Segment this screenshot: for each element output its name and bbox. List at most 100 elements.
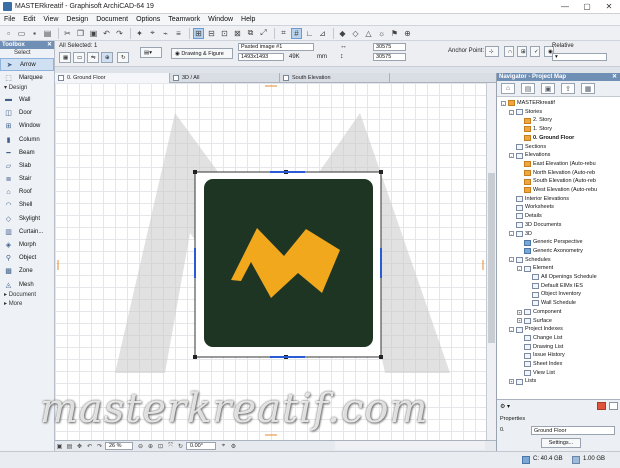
navigator-tools-icon[interactable]: ⚙ ▾ <box>500 403 510 410</box>
picture-tool-icon[interactable]: ▦ <box>59 52 71 63</box>
zoom-out-icon[interactable]: ⊖ <box>136 442 145 450</box>
tree-item[interactable]: Details <box>509 212 542 221</box>
redo-icon[interactable]: ↷ <box>114 28 125 39</box>
copy-icon[interactable]: ❐ <box>75 28 86 39</box>
mirror-option-icon[interactable]: ⇋ <box>87 52 99 63</box>
picture-size-field[interactable]: 1493x1493 <box>238 53 284 61</box>
lock-icon[interactable]: ⊠ <box>232 28 243 39</box>
tool-stair[interactable]: ≣ Stair <box>0 173 54 186</box>
render-icon[interactable]: ☼ <box>376 28 387 39</box>
tree-toggle-icon[interactable]: - <box>501 100 506 106</box>
tool-morph[interactable]: ◈ Morph <box>0 238 54 251</box>
tree-item[interactable]: North Elevation (Auto-reb <box>517 169 595 178</box>
tool-roof[interactable]: ⌂ Roof <box>0 186 54 199</box>
grid-icon[interactable]: # <box>291 27 302 39</box>
horizontal-scrollbar[interactable] <box>335 441 485 450</box>
height-field[interactable]: 30575 <box>373 53 406 61</box>
display-order-icon[interactable]: ⧉ <box>245 28 256 39</box>
tree-item[interactable]: Sections <box>509 143 546 152</box>
tree-item[interactable]: - Elevations <box>509 151 550 160</box>
undo-zoom-icon[interactable]: ↶ <box>85 442 94 450</box>
tool-window[interactable]: ⊞ Window <box>0 120 54 133</box>
project-map-icon[interactable]: ⌂ <box>501 83 515 94</box>
snap-icon[interactable]: ⌗ <box>278 28 289 39</box>
tool-column[interactable]: ▮ Column <box>0 133 54 146</box>
menu-teamwork[interactable]: Teamwork <box>164 16 204 23</box>
tree-item[interactable]: Wall Schedule <box>525 299 576 308</box>
tool-shell[interactable]: ◠ Shell <box>0 199 54 212</box>
menu-document[interactable]: Document <box>92 16 132 23</box>
drawing-canvas[interactable] <box>55 83 486 440</box>
tree-toggle-icon[interactable]: - <box>509 327 514 333</box>
tree-item[interactable]: All Openings Schedule <box>525 273 597 282</box>
undo-icon[interactable]: ↶ <box>101 28 112 39</box>
grid-snap-icon[interactable]: ⊞ <box>517 46 527 57</box>
fit-window-icon[interactable]: ⊕ <box>402 28 413 39</box>
layer-selector[interactable]: ▤▾ <box>140 47 162 58</box>
tool-arrow[interactable]: ➤ Arrow <box>0 58 54 72</box>
pan-icon[interactable]: ✥ <box>75 442 84 450</box>
fit-in-window-icon[interactable]: ⊡ <box>156 442 165 450</box>
tree-item[interactable]: - MASTERkreatif <box>501 99 555 108</box>
tree-item[interactable]: Generic Perspective <box>517 238 583 247</box>
tree-item[interactable]: Drawing List <box>517 343 563 352</box>
tree-toggle-icon[interactable]: + <box>517 309 522 315</box>
tool-skylight[interactable]: ◇ Skylight <box>0 212 54 225</box>
new-file-icon[interactable]: ▫ <box>3 28 14 39</box>
section-icon[interactable]: ◇ <box>350 28 361 39</box>
close-button[interactable]: ✕ <box>598 2 620 11</box>
delete-icon[interactable] <box>597 402 606 410</box>
tab-ground-floor[interactable]: 0. Ground Floor <box>55 73 170 83</box>
group-icon[interactable]: ⊡ <box>219 28 230 39</box>
navigator-close-icon[interactable]: ✕ <box>612 73 617 81</box>
walk-icon[interactable]: ⚑ <box>389 28 400 39</box>
publisher-sets-icon[interactable]: ⇪ <box>561 83 575 94</box>
view-map-icon[interactable]: ▤ <box>521 83 535 94</box>
menu-window[interactable]: Window <box>204 16 237 23</box>
orientation-icon[interactable]: ⌖ <box>219 442 228 450</box>
settings-button[interactable]: Settings... <box>541 438 581 448</box>
placement-option-icon[interactable]: ⊕ <box>101 52 113 63</box>
tree-item[interactable]: Object Inventory <box>525 290 581 299</box>
tool-slab[interactable]: ▱ Slab <box>0 159 54 172</box>
menu-help[interactable]: Help <box>237 16 259 23</box>
save-icon[interactable]: ▪ <box>29 28 40 39</box>
tool-curtain-wall[interactable]: ▥ Curtain... <box>0 225 54 238</box>
tree-item[interactable]: Generic Axonometry <box>517 247 583 256</box>
tree-item[interactable]: + Surface <box>517 317 552 326</box>
elevation-icon[interactable]: △ <box>363 28 374 39</box>
guide-icon[interactable]: ∟ <box>304 28 315 39</box>
tree-item[interactable]: - Project Indexes <box>509 325 563 334</box>
distribute-icon[interactable]: ⊟ <box>206 28 217 39</box>
view-settings-icon[interactable]: ⚙ <box>229 442 238 450</box>
paste-icon[interactable]: ▣ <box>88 28 99 39</box>
property-name-field[interactable]: Ground Floor <box>531 426 615 435</box>
menu-edit[interactable]: Edit <box>19 16 39 23</box>
measure-icon[interactable]: ⊿ <box>317 28 328 39</box>
tree-item[interactable]: Default EIMx IES <box>525 282 583 291</box>
tree-toggle-icon[interactable]: - <box>509 257 514 263</box>
new-view-icon[interactable] <box>609 402 618 410</box>
tree-item[interactable]: South Elevation (Auto-reb <box>517 177 596 186</box>
tree-item[interactable]: 1. Story <box>517 125 552 134</box>
tool-beam[interactable]: ━ Beam <box>0 146 54 159</box>
tab-3d-all[interactable]: 3D / All <box>170 73 280 83</box>
tree-toggle-icon[interactable]: - <box>509 231 514 237</box>
tree-toggle-icon[interactable]: + <box>517 318 522 324</box>
tree-item[interactable]: - Element <box>517 264 553 273</box>
document-section-label[interactable]: ▸ Document <box>0 291 54 300</box>
tree-toggle-icon[interactable]: - <box>517 266 522 272</box>
3d-view-icon[interactable]: ◆ <box>337 28 348 39</box>
maximize-button[interactable]: ▢ <box>576 2 598 11</box>
tree-item[interactable]: Issue History <box>517 351 565 360</box>
tree-item[interactable]: - Stories <box>509 108 542 117</box>
frame-option-icon[interactable]: ▭ <box>73 52 85 63</box>
sheet-icon[interactable]: ▣ <box>55 442 64 450</box>
relative-dropdown[interactable]: ▾ <box>552 53 607 61</box>
tool-wall[interactable]: ▬ Wall <box>0 93 54 106</box>
tree-item[interactable]: Sheet Index <box>517 360 562 369</box>
magic-wand-icon[interactable]: ✦ <box>134 28 145 39</box>
layers-icon[interactable]: ≡ <box>173 28 184 39</box>
tree-item[interactable]: 3D Documents <box>509 221 561 230</box>
layout-icon[interactable]: ▤ <box>65 442 74 450</box>
